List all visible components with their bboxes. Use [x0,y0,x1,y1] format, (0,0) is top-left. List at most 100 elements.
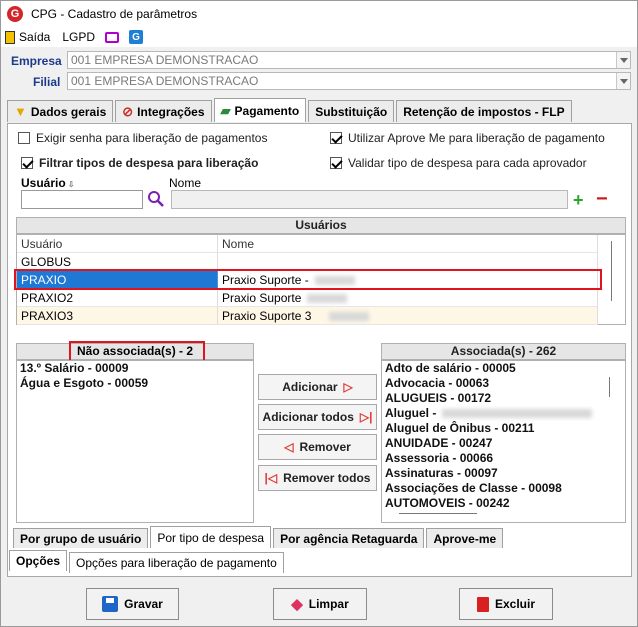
list-item[interactable]: Adto de salário - 00005 [382,361,625,376]
list-item-text: Aluguel - [385,406,437,420]
app-logo-icon: G [7,6,23,22]
list-item[interactable]: Aluguel - [382,406,625,421]
arrow-right-icon: ▷ [343,380,353,394]
minus-icon[interactable]: − [596,189,608,209]
filial-value: 001 EMPRESA DEMONSTRACAO [71,74,259,88]
highlight-selected-row [14,269,602,290]
filtrar-tipos-checkbox[interactable]: Filtrar tipos de despesa para liberação [21,156,258,170]
chevron-down-icon[interactable] [616,52,630,68]
empresa-combo[interactable]: 001 EMPRESA DEMONSTRACAO [67,51,631,69]
cell-nome-text: Praxio Suporte 3 [222,309,312,323]
button-label: Remover [299,440,351,454]
arrow-right-end-icon: ▷| [359,410,373,424]
tab-dados-gerais[interactable]: ▼ Dados gerais [7,100,114,122]
cell-nome: Praxio Suporte 3 [218,307,598,325]
cell-usuario: PRAXIO3 [17,307,218,325]
usuario-label-text: Usuário [21,176,66,190]
validar-tipo-checkbox[interactable]: Validar tipo de despesa para cada aprova… [330,156,587,170]
arrow-left-end-icon: |◁ [264,471,278,485]
trash-icon [476,596,489,612]
grid-scrollbar[interactable] [611,241,612,301]
limpar-button[interactable]: ◆ Limpar [273,588,367,620]
checkbox-label: Filtrar tipos de despesa para liberação [39,156,259,170]
list-item[interactable]: Aluguel de Ônibus - 00211 [382,421,625,436]
list-item[interactable]: ANUIDADE - 00247 [382,436,625,451]
usuarios-grid-title: Usuários [16,217,626,234]
tab-integracoes[interactable]: ⊘ Integrações [115,100,212,122]
list-item[interactable]: 13.º Salário - 00009 [17,361,253,376]
checkbox-box[interactable] [330,157,342,169]
tab-retencao[interactable]: Retenção de impostos - FLP [396,100,572,122]
associadas-title: Associada(s) - 262 [381,343,626,360]
cell-usuario: PRAXIO2 [17,289,218,307]
tab-por-grupo[interactable]: Por grupo de usuário [13,528,149,548]
associadas-list[interactable]: Adto de salário - 00005 Advocacia - 0006… [381,360,626,523]
remover-button[interactable]: ◁ Remover [258,434,377,460]
table-row[interactable]: PRAXIO2 Praxio Suporte [17,289,598,307]
column-header-usuario[interactable]: Usuário [17,235,218,253]
tab-aprove-me[interactable]: Aprove-me [426,528,504,548]
search-icon[interactable] [147,190,165,208]
list-item[interactable]: Assessoria - 00066 [382,451,625,466]
button-label: Adicionar [282,380,338,394]
empresa-label: Empresa [11,54,62,68]
nome-search-field [171,190,568,209]
redacted-text [329,312,370,322]
adicionar-todos-button[interactable]: Adicionar todos ▷| [258,404,377,430]
checkbox-label: Utilizar Aprove Me para liberação de pag… [348,131,605,145]
tab-por-agencia[interactable]: Por agência Retaguarda [273,528,425,548]
usuario-search-input[interactable] [21,190,143,209]
checkbox-label: Exigir senha para liberação de pagamento… [36,131,268,145]
gravar-button[interactable]: Gravar [86,588,179,620]
plus-icon[interactable]: + [573,191,584,209]
table-row[interactable]: PRAXIO3 Praxio Suporte 3 [17,307,598,325]
arrow-left-icon: ◁ [284,440,294,454]
list-item[interactable]: Água e Esgoto - 00059 [17,376,253,391]
button-label: Limpar [308,597,349,611]
list-item[interactable]: Assinaturas - 00097 [382,466,625,481]
tab-pagamento[interactable]: ▰ Pagamento [213,98,307,122]
g-app-icon[interactable]: G [129,30,144,44]
list-scrollbar[interactable] [609,377,610,397]
filial-label: Filial [33,75,61,89]
title-bar: G CPG - Cadastro de parâmetros [1,1,637,27]
list-item[interactable]: Advocacia - 00063 [382,376,625,391]
tab-por-tipo-despesa[interactable]: Por tipo de despesa [150,526,272,548]
checkbox-box[interactable] [18,132,30,144]
tab-opcoes[interactable]: Opções [9,550,68,571]
cell-nome-text: Praxio Suporte [222,291,302,305]
filial-combo[interactable]: 001 EMPRESA DEMONSTRACAO [67,72,631,90]
usuario-search-label: Usuário ⇩ [21,176,75,190]
menu-saida[interactable]: Saída [5,30,50,44]
tab-opcoes-liberacao[interactable]: Opções para liberação de pagamento [69,552,284,573]
list-item[interactable]: Associações de Classe - 00098 [382,481,625,496]
usuarios-grid-header: Usuário Nome [17,235,598,253]
cell-nome: Praxio Suporte [218,289,598,307]
tab-label: Substituição [315,104,388,119]
column-header-nome[interactable]: Nome [218,235,598,253]
checkbox-box[interactable] [330,132,342,144]
bottom-tabs: Opções Opções para liberação de pagament… [9,550,286,573]
utilizar-aprove-checkbox[interactable]: Utilizar Aprove Me para liberação de pag… [330,131,605,145]
list-hscrollbar[interactable] [399,513,477,514]
empresa-value: 001 EMPRESA DEMONSTRACAO [71,53,259,67]
list-item[interactable]: AUTOMOVEIS - 00242 [382,496,625,511]
remover-todos-button[interactable]: |◁ Remover todos [258,465,377,491]
exigir-senha-checkbox[interactable]: Exigir senha para liberação de pagamento… [18,131,267,145]
button-label: Remover todos [283,471,371,485]
nao-associadas-list[interactable]: 13.º Salário - 00009 Água e Esgoto - 000… [16,360,254,523]
chevron-down-icon[interactable] [616,73,630,89]
adicionar-button[interactable]: Adicionar ▷ [258,374,377,400]
excluir-button[interactable]: Excluir [459,588,553,620]
eraser-icon: ◆ [291,596,303,613]
integration-icon: ⊘ [122,103,134,119]
funnel-icon: ▼ [14,104,27,119]
checkbox-box[interactable] [21,157,33,169]
monitor-icon[interactable] [105,31,120,43]
redacted-text [442,409,593,419]
checkbox-label: Validar tipo de despesa para cada aprova… [348,156,587,170]
tab-label: Pagamento [234,103,300,118]
tab-substituicao[interactable]: Substituição [308,100,395,122]
menu-lgpd[interactable]: LGPD [62,30,95,44]
list-item[interactable]: ALUGUEIS - 00172 [382,391,625,406]
